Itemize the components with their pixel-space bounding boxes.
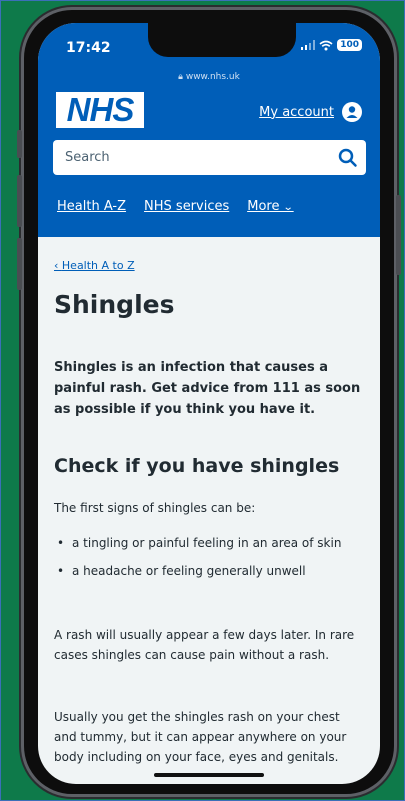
status-time: 17:42 (66, 40, 111, 56)
page-title: Shingles (54, 290, 175, 319)
nav-more[interactable]: More ⌄ (247, 199, 294, 214)
search-placeholder: Search (65, 150, 110, 165)
section-heading: Check if you have shingles (54, 455, 340, 477)
chevron-down-icon: ⌄ (282, 202, 294, 213)
volume-up-button (17, 175, 22, 227)
my-account-label: My account (259, 104, 334, 120)
phone-screen: 17:42 100 🔒︎ www.nhs.uk NHS My account S… (38, 23, 380, 784)
phone-frame: 17:42 100 🔒︎ www.nhs.uk NHS My account S… (17, 10, 401, 794)
signal-icon (301, 40, 316, 50)
lead-paragraph: Shingles is an infection that causes a p… (54, 360, 361, 417)
power-button (396, 195, 401, 275)
volume-down-button (17, 238, 22, 290)
search-icon[interactable] (336, 146, 360, 170)
lock-icon: 🔒︎ (178, 72, 186, 82)
battery-icon: 100 (337, 39, 362, 51)
nav-health-a-z[interactable]: Health A-Z (57, 199, 126, 214)
main-nav: Health A-Z NHS services More ⌄ (57, 199, 294, 214)
intro-text: The first signs of shingles can be: (54, 501, 256, 515)
location-paragraph: Usually you get the shingles rash on you… (54, 710, 347, 764)
breadcrumb-back-link[interactable]: ‹ Health A to Z (54, 259, 135, 272)
status-indicators: 100 (301, 39, 362, 51)
nhs-header: 17:42 100 🔒︎ www.nhs.uk NHS My account S… (38, 23, 380, 237)
rash-paragraph: A rash will usually appear a few days la… (54, 628, 355, 662)
breadcrumb-label: Health A to Z (61, 259, 135, 272)
chevron-left-icon: ‹ (54, 259, 62, 272)
nhs-logo[interactable]: NHS (56, 92, 144, 128)
search-input[interactable]: Search (53, 140, 366, 175)
symptom-list: a tingling or painful feeling in an area… (54, 533, 366, 589)
user-icon (342, 102, 362, 122)
list-item: a headache or feeling generally unwell (54, 561, 366, 581)
dynamic-island (148, 23, 296, 57)
url-text: www.nhs.uk (185, 72, 240, 82)
wifi-icon (319, 40, 333, 50)
nav-nhs-services[interactable]: NHS services (144, 199, 229, 214)
mute-switch (17, 130, 22, 158)
home-indicator[interactable] (154, 773, 264, 777)
browser-url[interactable]: 🔒︎ www.nhs.uk (38, 72, 380, 82)
list-item: a tingling or painful feeling in an area… (54, 533, 366, 553)
nav-more-label: More (247, 199, 280, 214)
my-account-link[interactable]: My account (259, 102, 362, 122)
